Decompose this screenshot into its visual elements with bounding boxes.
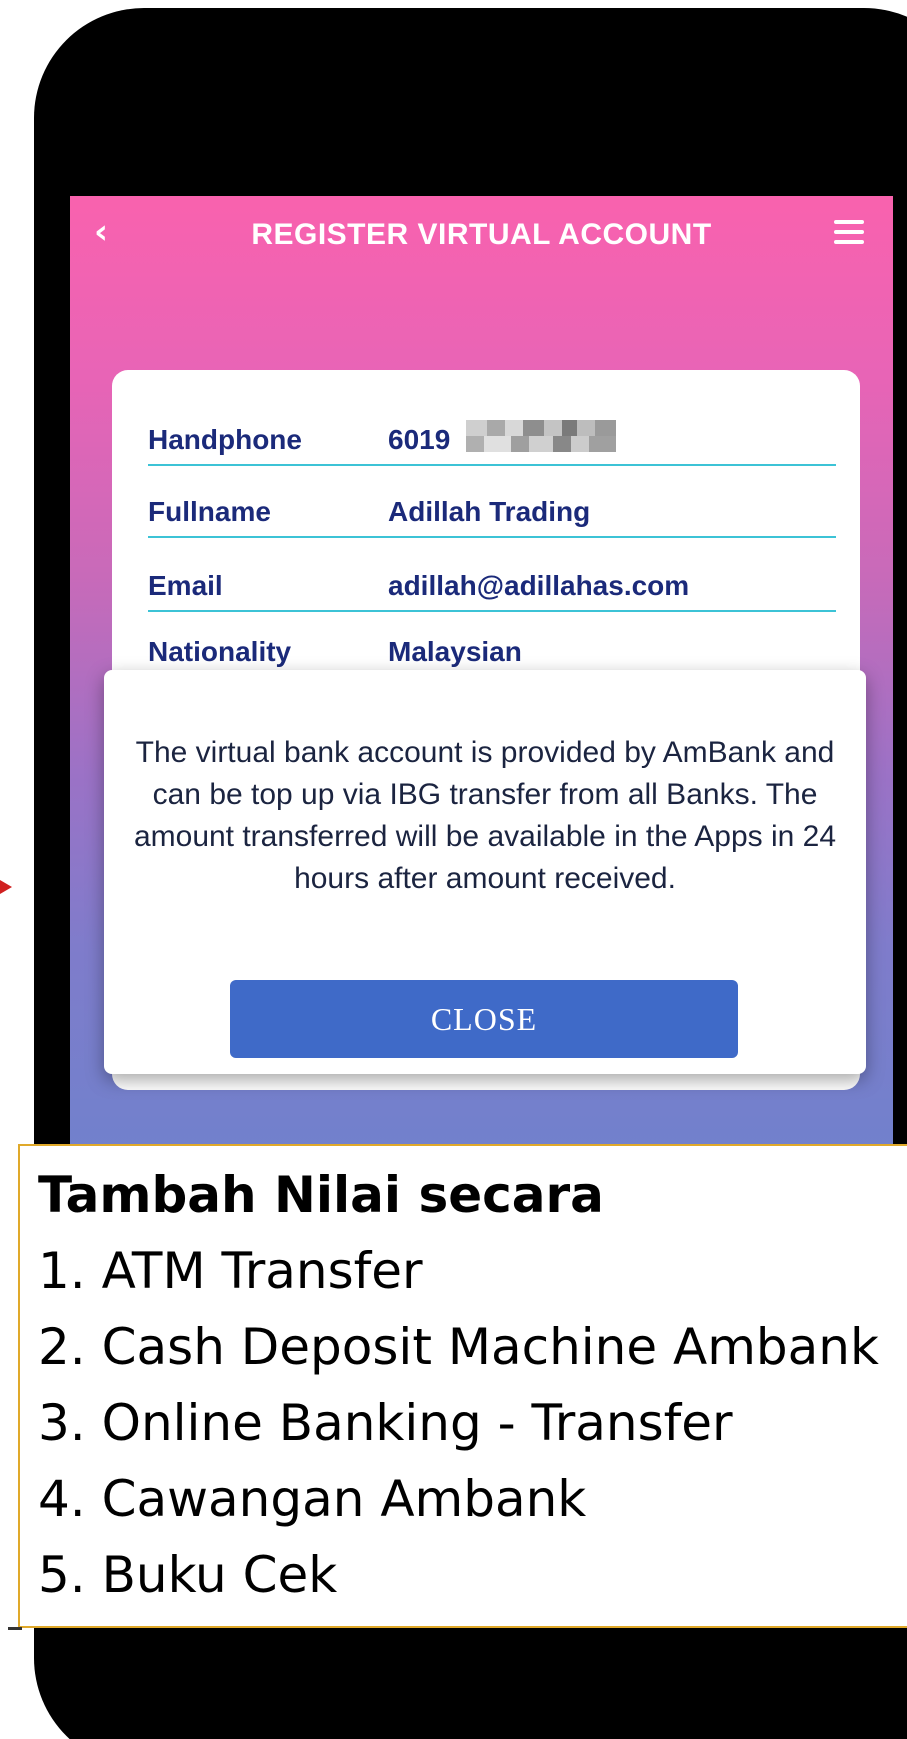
note-item: 3. Online Banking - Transfer [38,1394,733,1452]
email-value: adillah@adillahas.com [388,570,690,601]
email-label: Email [148,570,223,601]
nationality-label: Nationality [148,636,292,667]
divider-mark [8,1627,22,1630]
stage: ‹ REGISTER VIRTUAL ACCOUNT Handphone 601… [0,0,907,1739]
form-row-email: Email adillah@adillahas.com [148,560,836,612]
handphone-value: 6019 [388,424,451,455]
fullname-value: Adillah Trading [388,496,591,527]
handphone-label: Handphone [148,424,302,455]
topup-methods-note: Tambah Nilai secara 1. ATM Transfer 2. C… [18,1144,907,1628]
note-item: 5. Buku Cek [38,1546,338,1604]
fullname-label: Fullname [148,496,271,527]
note-item: 1. ATM Transfer [38,1242,423,1300]
page-title: REGISTER VIRTUAL ACCOUNT [251,218,712,251]
info-modal: The virtual bank account is provided by … [104,670,866,1074]
redacted-phone-digits [466,420,616,452]
nationality-value: Malaysian [388,636,522,667]
note-title: Tambah Nilai secara [38,1166,604,1224]
form-row-handphone: Handphone 6019 [148,414,836,466]
note-item: 4. Cawangan Ambank [38,1470,587,1528]
form-row-fullname: Fullname Adillah Trading [148,486,836,538]
form-row-nationality: Nationality Malaysian [148,626,836,676]
hamburger-menu-icon[interactable] [834,220,864,246]
red-arrow-icon [0,880,12,894]
close-button[interactable]: CLOSE [230,980,738,1058]
note-item: 2. Cash Deposit Machine Ambank [38,1318,879,1376]
modal-message: The virtual bank account is provided by … [133,736,837,895]
